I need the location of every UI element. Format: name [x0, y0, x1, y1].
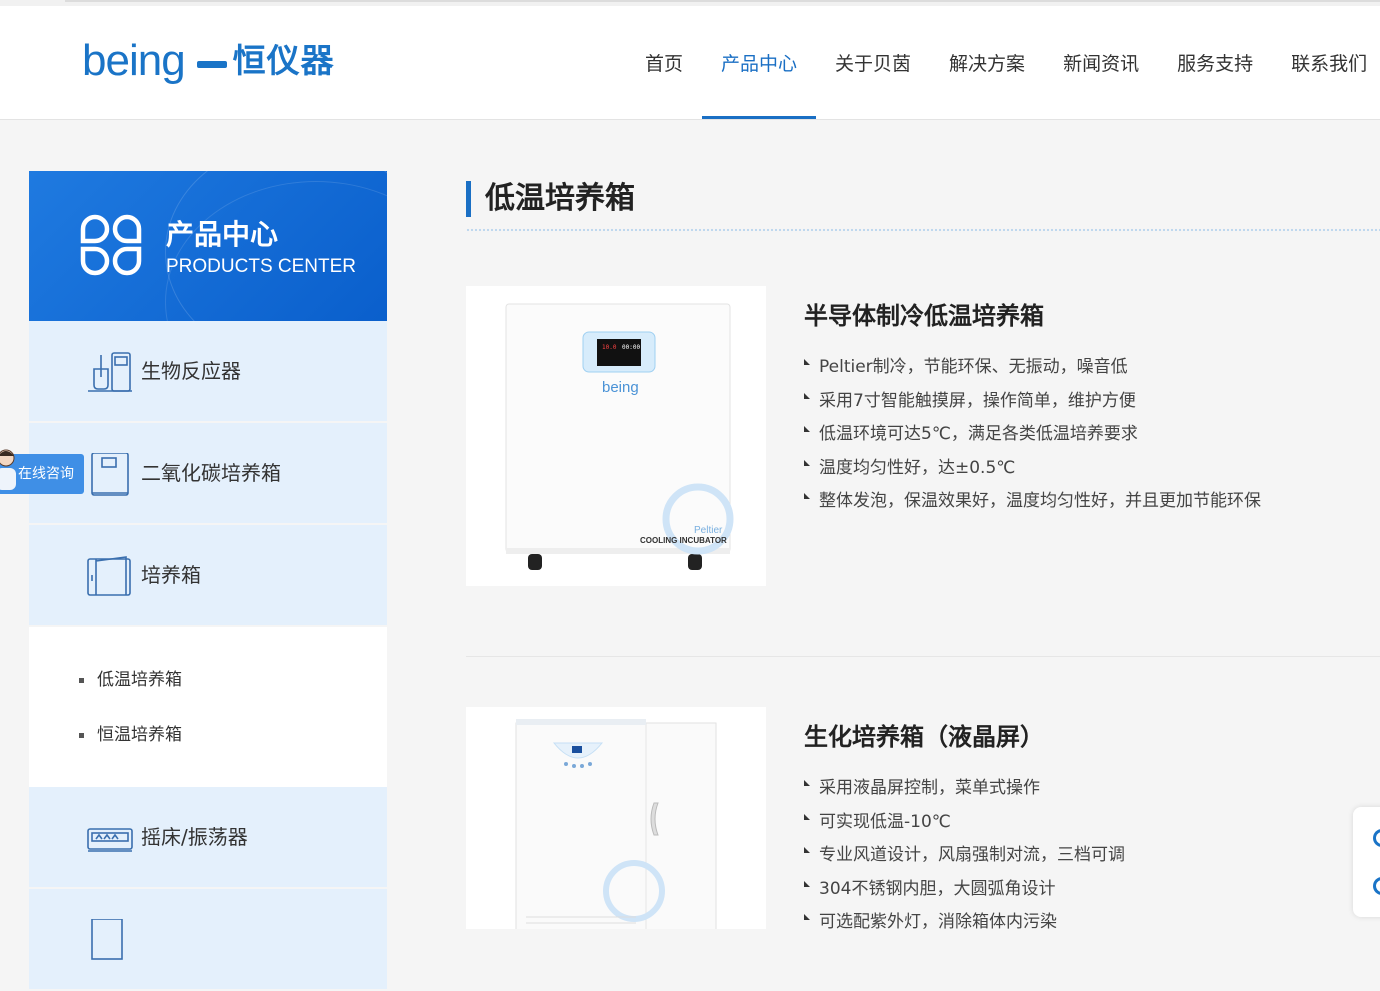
triangle-bullet-icon [804, 881, 810, 887]
sidebar-header: 产品中心 PRODUCTS CENTER [29, 171, 387, 321]
nav-solutions[interactable]: 解决方案 [930, 6, 1044, 119]
online-consult-button[interactable]: 在线咨询 [0, 449, 84, 494]
product-title[interactable]: 生化培养箱（液晶屏） [804, 717, 1044, 752]
main-content: 低温培养箱 10.0 00:00 being Peltier COOLING I… [466, 180, 1380, 932]
triangle-bullet-icon [804, 493, 810, 499]
nav-contact[interactable]: 联系我们 [1272, 6, 1380, 119]
triangle-bullet-icon [804, 426, 810, 432]
feature-text: 可选配紫外灯，消除箱体内污染 [819, 912, 1057, 932]
device-icon [91, 919, 123, 960]
logo-wordmark: being [82, 36, 186, 85]
product-divider [466, 656, 1380, 657]
nav-home[interactable]: 首页 [626, 6, 702, 119]
co2-incubator-icon [91, 453, 129, 496]
image-brand: being [602, 379, 639, 396]
feature-item: 可实现低温-10℃ [804, 807, 951, 832]
sidebar-subitem-constant-temp-incubator[interactable]: 恒温培养箱 [29, 708, 387, 763]
site-logo[interactable]: being 恒仪器 [82, 36, 335, 86]
sidebar-item-shaker[interactable]: 摇床/振荡器 [29, 787, 387, 889]
sidebar-subitem-low-temp-incubator[interactable]: 低温培养箱 [29, 653, 387, 708]
sidebar-item-more[interactable] [29, 889, 387, 991]
triangle-bullet-icon [804, 393, 810, 399]
logo-chinese: 恒仪器 [232, 41, 335, 80]
sidebar-item-bioreactor[interactable]: 生物反应器 [29, 321, 387, 423]
feature-item: Peltier制冷，节能环保、无振动，噪音低 [804, 352, 1128, 377]
consult-label: 在线咨询 [18, 466, 74, 482]
site-header: being 恒仪器 首页 产品中心 关于贝茵 解决方案 新闻资讯 服务支持 联系… [0, 6, 1380, 120]
feature-item: 整体发泡，保温效果好，温度均匀性好，并且更加节能环保 [804, 486, 1261, 511]
display-value: 10.0 [602, 344, 617, 351]
nav-support[interactable]: 服务支持 [1158, 6, 1272, 119]
nav-news[interactable]: 新闻资讯 [1044, 6, 1158, 119]
feature-text: 整体发泡，保温效果好，温度均匀性好，并且更加节能环保 [819, 491, 1261, 511]
incubator-icon [87, 556, 131, 596]
top-divider [65, 0, 1380, 2]
triangle-bullet-icon [804, 780, 810, 786]
feature-item: 采用液晶屏控制，菜单式操作 [804, 773, 1040, 798]
phone-icon [1373, 829, 1380, 847]
product-card: 10.0 00:00 being Peltier COOLING INCUBAT… [466, 286, 1380, 606]
product-title[interactable]: 半导体制冷低温培养箱 [804, 296, 1044, 331]
triangle-bullet-icon [804, 847, 810, 853]
feature-item: 采用7寸智能触摸屏，操作简单，维护方便 [804, 386, 1136, 411]
title-dotted-divider [466, 228, 1380, 233]
chat-icon [1373, 877, 1380, 895]
product-image[interactable] [466, 707, 766, 929]
product-card: 生化培养箱（液晶屏） 采用液晶屏控制，菜单式操作 可实现低温-10℃ 专业风道设… [466, 707, 1380, 932]
triangle-bullet-icon [804, 914, 810, 920]
feature-text: 采用液晶屏控制，菜单式操作 [819, 778, 1040, 798]
image-tag-peltier: Peltier [694, 525, 723, 536]
sidebar-item-label: 摇床/振荡器 [141, 825, 248, 849]
feature-item: 专业风道设计，风扇强制对流，三档可调 [804, 840, 1125, 865]
product-sidebar: 产品中心 PRODUCTS CENTER 生物反应器 二氧化碳培养箱 培养箱 低… [29, 171, 387, 991]
sidebar-item-label: 二氧化碳培养箱 [141, 461, 281, 485]
feature-text: 采用7寸智能触摸屏，操作简单，维护方便 [819, 391, 1136, 411]
floating-contact-panel[interactable] [1353, 807, 1380, 917]
products-grid-icon [80, 214, 142, 276]
feature-item: 温度均匀性好，达±0.5℃ [804, 453, 1015, 478]
feature-text: 温度均匀性好，达±0.5℃ [819, 458, 1016, 478]
sidebar-item-label: 生物反应器 [141, 359, 241, 383]
bioreactor-icon [88, 352, 132, 392]
nav-about[interactable]: 关于贝茵 [816, 6, 930, 119]
feature-item: 可选配紫外灯，消除箱体内污染 [804, 907, 1057, 932]
logo-dash [196, 60, 227, 68]
nav-products[interactable]: 产品中心 [702, 6, 817, 119]
triangle-bullet-icon [804, 814, 810, 820]
feature-text: Peltier制冷，节能环保、无振动，噪音低 [819, 357, 1128, 377]
sidebar-item-incubator[interactable]: 培养箱 [29, 525, 387, 627]
service-avatar-icon [0, 449, 16, 490]
image-tag-cooling: COOLING INCUBATOR [640, 536, 727, 545]
cooling-incubator-image: 10.0 00:00 being Peltier COOLING INCUBAT… [505, 303, 734, 570]
product-image[interactable]: 10.0 00:00 being Peltier COOLING INCUBAT… [466, 286, 766, 586]
shaker-icon [87, 828, 133, 852]
page-title: 低温培养箱 [466, 180, 1380, 218]
feature-text: 304不锈钢内胆，大圆弧角设计 [819, 879, 1056, 899]
feature-item: 304不锈钢内胆，大圆弧角设计 [804, 874, 1055, 899]
triangle-bullet-icon [804, 460, 810, 466]
feature-item: 低温环境可达5℃，满足各类低温培养要求 [804, 419, 1138, 444]
feature-text: 低温环境可达5℃，满足各类低温培养要求 [819, 424, 1138, 444]
feature-text: 专业风道设计，风扇强制对流，三档可调 [819, 845, 1125, 865]
sidebar-title: 产品中心 [166, 218, 279, 251]
triangle-bullet-icon [804, 359, 810, 365]
display-time: 00:00 [622, 344, 640, 351]
incubator-sublist: 低温培养箱 恒温培养箱 [29, 627, 387, 787]
feature-text: 可实现低温-10℃ [819, 812, 951, 832]
biochemical-incubator-image [515, 719, 717, 929]
sidebar-subtitle: PRODUCTS CENTER [166, 256, 357, 277]
sidebar-item-label: 培养箱 [141, 563, 201, 587]
main-nav: 首页 产品中心 关于贝茵 解决方案 新闻资讯 服务支持 联系我们 [626, 6, 1380, 119]
